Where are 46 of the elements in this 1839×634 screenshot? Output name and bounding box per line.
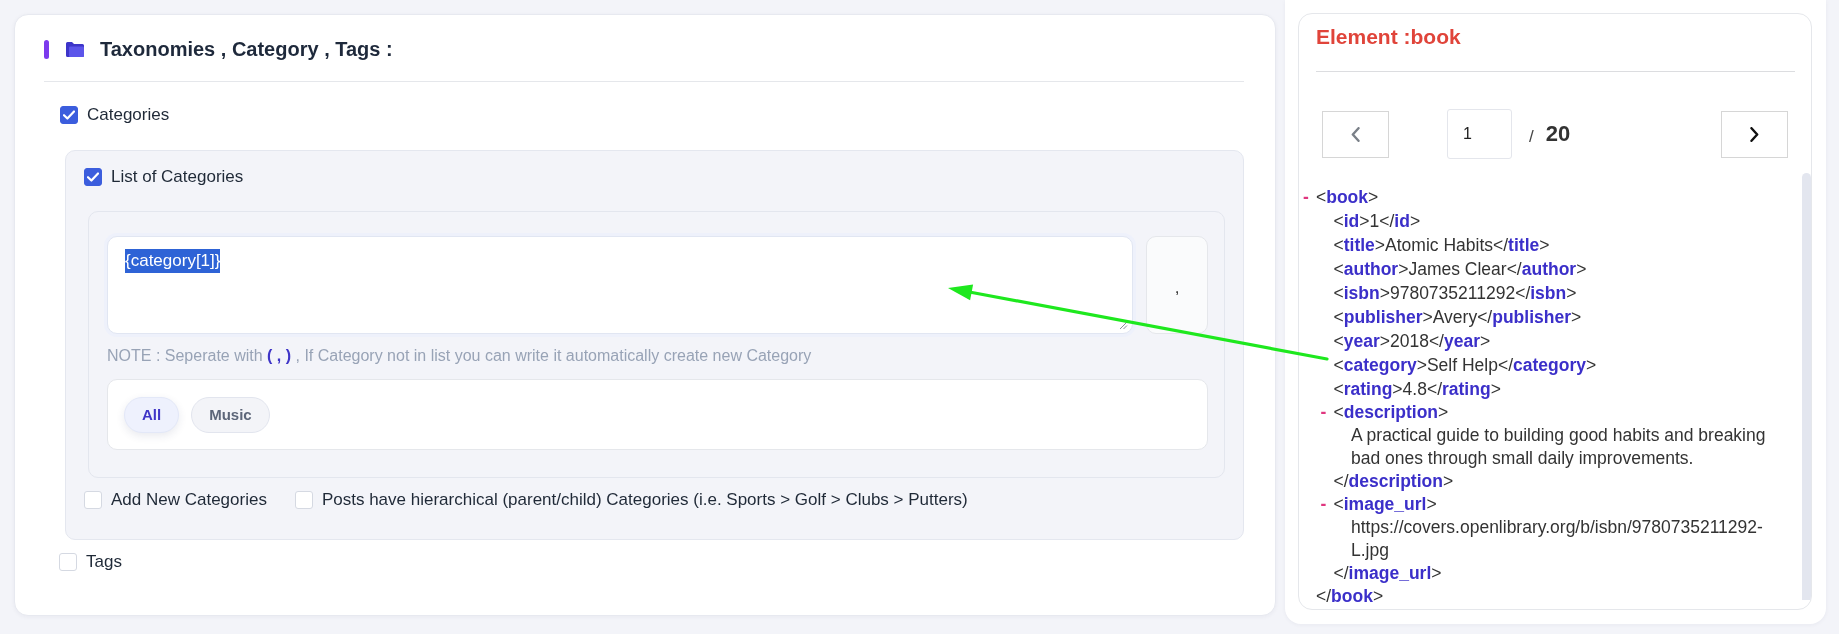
checkmark-icon	[63, 110, 75, 120]
xml-line: </image_url>	[1333, 561, 1442, 585]
chevron-left-icon	[1351, 126, 1360, 142]
scrollbar-thumb[interactable]	[1802, 173, 1811, 600]
checkbox-label: Categories	[87, 105, 170, 125]
category-chip[interactable]: All	[124, 396, 180, 433]
element-title: Element :book	[1316, 25, 1462, 49]
checkbox-label: Tags	[86, 552, 122, 572]
note-text: NOTE : Seperate with ( , ) , If Category not in list you can write it automatically create new Category	[107, 346, 813, 366]
xml-line: <id>1</id>	[1333, 209, 1421, 233]
xml-line: </book>	[1316, 584, 1384, 608]
checkbox[interactable]	[84, 168, 102, 186]
xml-line: <isbn>9780735211292</isbn>	[1333, 281, 1577, 305]
checkmark-icon	[87, 172, 99, 182]
checkbox-label: Add New Categories	[111, 490, 267, 510]
xml-line: A practical guide to building good habits and breaking bad ones through small daily improvements.	[1351, 423, 1767, 470]
xml-line: <book>	[1316, 185, 1379, 209]
page-total: 20	[1545, 121, 1571, 147]
next-page-button[interactable]	[1721, 110, 1788, 158]
categories-textarea[interactable]: {category[1]}	[107, 236, 1133, 334]
xml-line: <description>	[1333, 400, 1449, 424]
checkbox-label: Posts have hierarchical (parent/child) Categories (i.e. Sports > Golf > Clubs > Putters)	[321, 490, 968, 510]
category-chip[interactable]: Music	[191, 396, 270, 433]
chevron-right-icon	[1750, 126, 1759, 142]
checkbox[interactable]	[60, 106, 78, 124]
separator-input[interactable]: ,	[1146, 236, 1208, 334]
resize-grip-icon	[1119, 321, 1128, 330]
xml-line: https://covers.openlibrary.org/b/isbn/9780735211292-L.jpg	[1351, 515, 1764, 562]
collapse-toggle[interactable]: -	[1320, 400, 1334, 424]
page-input[interactable]: 1	[1447, 109, 1512, 159]
xml-line: <category>Self Help</category>	[1333, 353, 1597, 377]
checkbox-label: List of Categories	[111, 167, 244, 187]
collapse-toggle[interactable]: -	[1320, 492, 1334, 516]
xml-line: </description>	[1333, 469, 1454, 493]
page-separator: /	[1529, 125, 1534, 147]
accent-bar	[44, 39, 49, 59]
xml-line: <author>James Clear</author>	[1333, 257, 1587, 281]
selected-text: {category[1]}	[125, 249, 221, 273]
xml-line: <rating>4.8</rating>	[1333, 377, 1501, 401]
section-title: Taxonomies , Category , Tags :	[100, 37, 393, 61]
xml-line: <publisher>Avery</publisher>	[1333, 305, 1582, 329]
xml-line: <year>2018</year>	[1333, 329, 1491, 353]
xml-line: <image_url>	[1333, 492, 1437, 516]
collapse-toggle[interactable]: -	[1303, 185, 1316, 209]
folder-icon	[66, 41, 84, 57]
xml-line: <title>Atomic Habits</title>	[1333, 233, 1550, 257]
